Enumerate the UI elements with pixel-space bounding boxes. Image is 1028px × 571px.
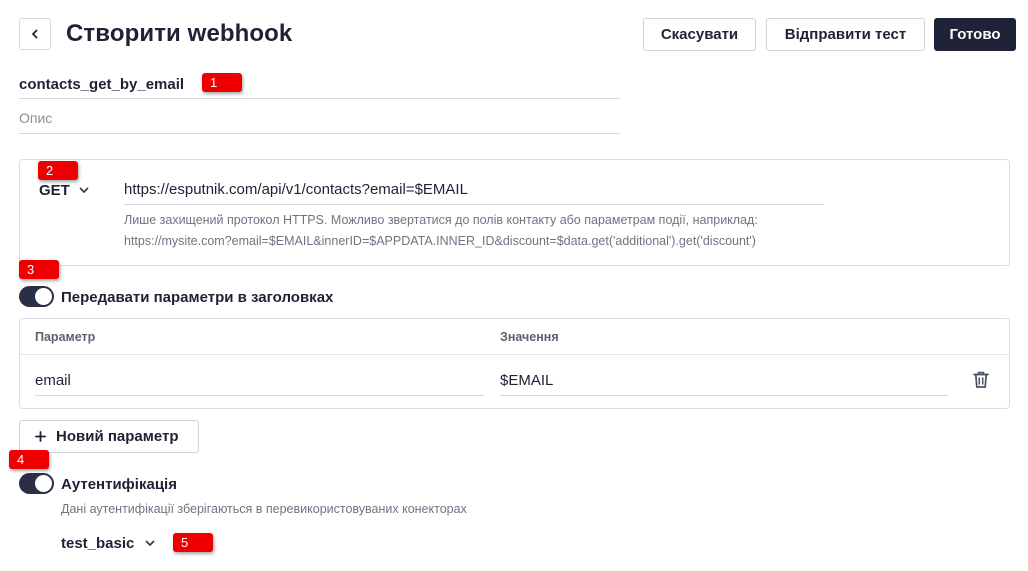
chevron-down-icon xyxy=(79,187,89,193)
send-test-button[interactable]: Відправити тест xyxy=(766,18,925,51)
annotation-badge-5: 5 xyxy=(173,533,213,552)
url-hint-line-1: Лише захищений протокол HTTPS. Можливо з… xyxy=(124,213,758,227)
page-title: Створити webhook xyxy=(66,20,293,47)
column-header-param: Параметр xyxy=(35,330,96,344)
done-button[interactable]: Готово xyxy=(934,18,1016,51)
chevron-left-icon xyxy=(32,29,38,39)
param-name-input[interactable]: email xyxy=(35,371,484,396)
url-input[interactable]: https://esputnik.com/api/v1/contacts?ema… xyxy=(124,180,824,205)
chevron-down-icon xyxy=(145,540,155,546)
annotation-badge-4: 4 xyxy=(9,450,49,469)
table-header-divider xyxy=(20,354,1009,355)
method-select[interactable]: GET xyxy=(39,182,89,199)
description-input[interactable]: Опис xyxy=(19,108,620,134)
add-parameter-button[interactable]: Новий параметр xyxy=(19,420,199,453)
method-value: GET xyxy=(39,182,70,199)
annotation-badge-3: 3 xyxy=(19,260,59,279)
headers-params-toggle[interactable] xyxy=(19,286,54,307)
connector-value: test_basic xyxy=(61,535,135,552)
back-button[interactable] xyxy=(19,18,51,50)
auth-toggle[interactable] xyxy=(19,473,54,494)
param-value-input[interactable]: $EMAIL xyxy=(500,371,948,396)
annotation-badge-1: 1 xyxy=(202,73,242,92)
toggle-knob xyxy=(35,475,52,492)
plus-icon xyxy=(35,431,46,442)
headers-params-label: Передавати параметри в заголовках xyxy=(61,289,334,306)
auth-hint: Дані аутентифікації зберігаються в перев… xyxy=(61,502,467,516)
column-header-value: Значення xyxy=(500,330,559,344)
url-hint-line-2: https://mysite.com?email=$EMAIL&innerID=… xyxy=(124,234,756,248)
connector-select[interactable]: test_basic xyxy=(61,535,155,552)
cancel-button[interactable]: Скасувати xyxy=(643,18,756,51)
add-parameter-label: Новий параметр xyxy=(56,428,179,445)
annotation-badge-2: 2 xyxy=(38,161,78,180)
url-hint: Лише захищений протокол HTTPS. Можливо з… xyxy=(124,210,984,252)
webhook-name-input[interactable]: contacts_get_by_email xyxy=(19,74,620,99)
trash-icon[interactable] xyxy=(972,370,990,389)
toggle-knob xyxy=(35,288,52,305)
auth-label: Аутентифікація xyxy=(61,476,177,493)
